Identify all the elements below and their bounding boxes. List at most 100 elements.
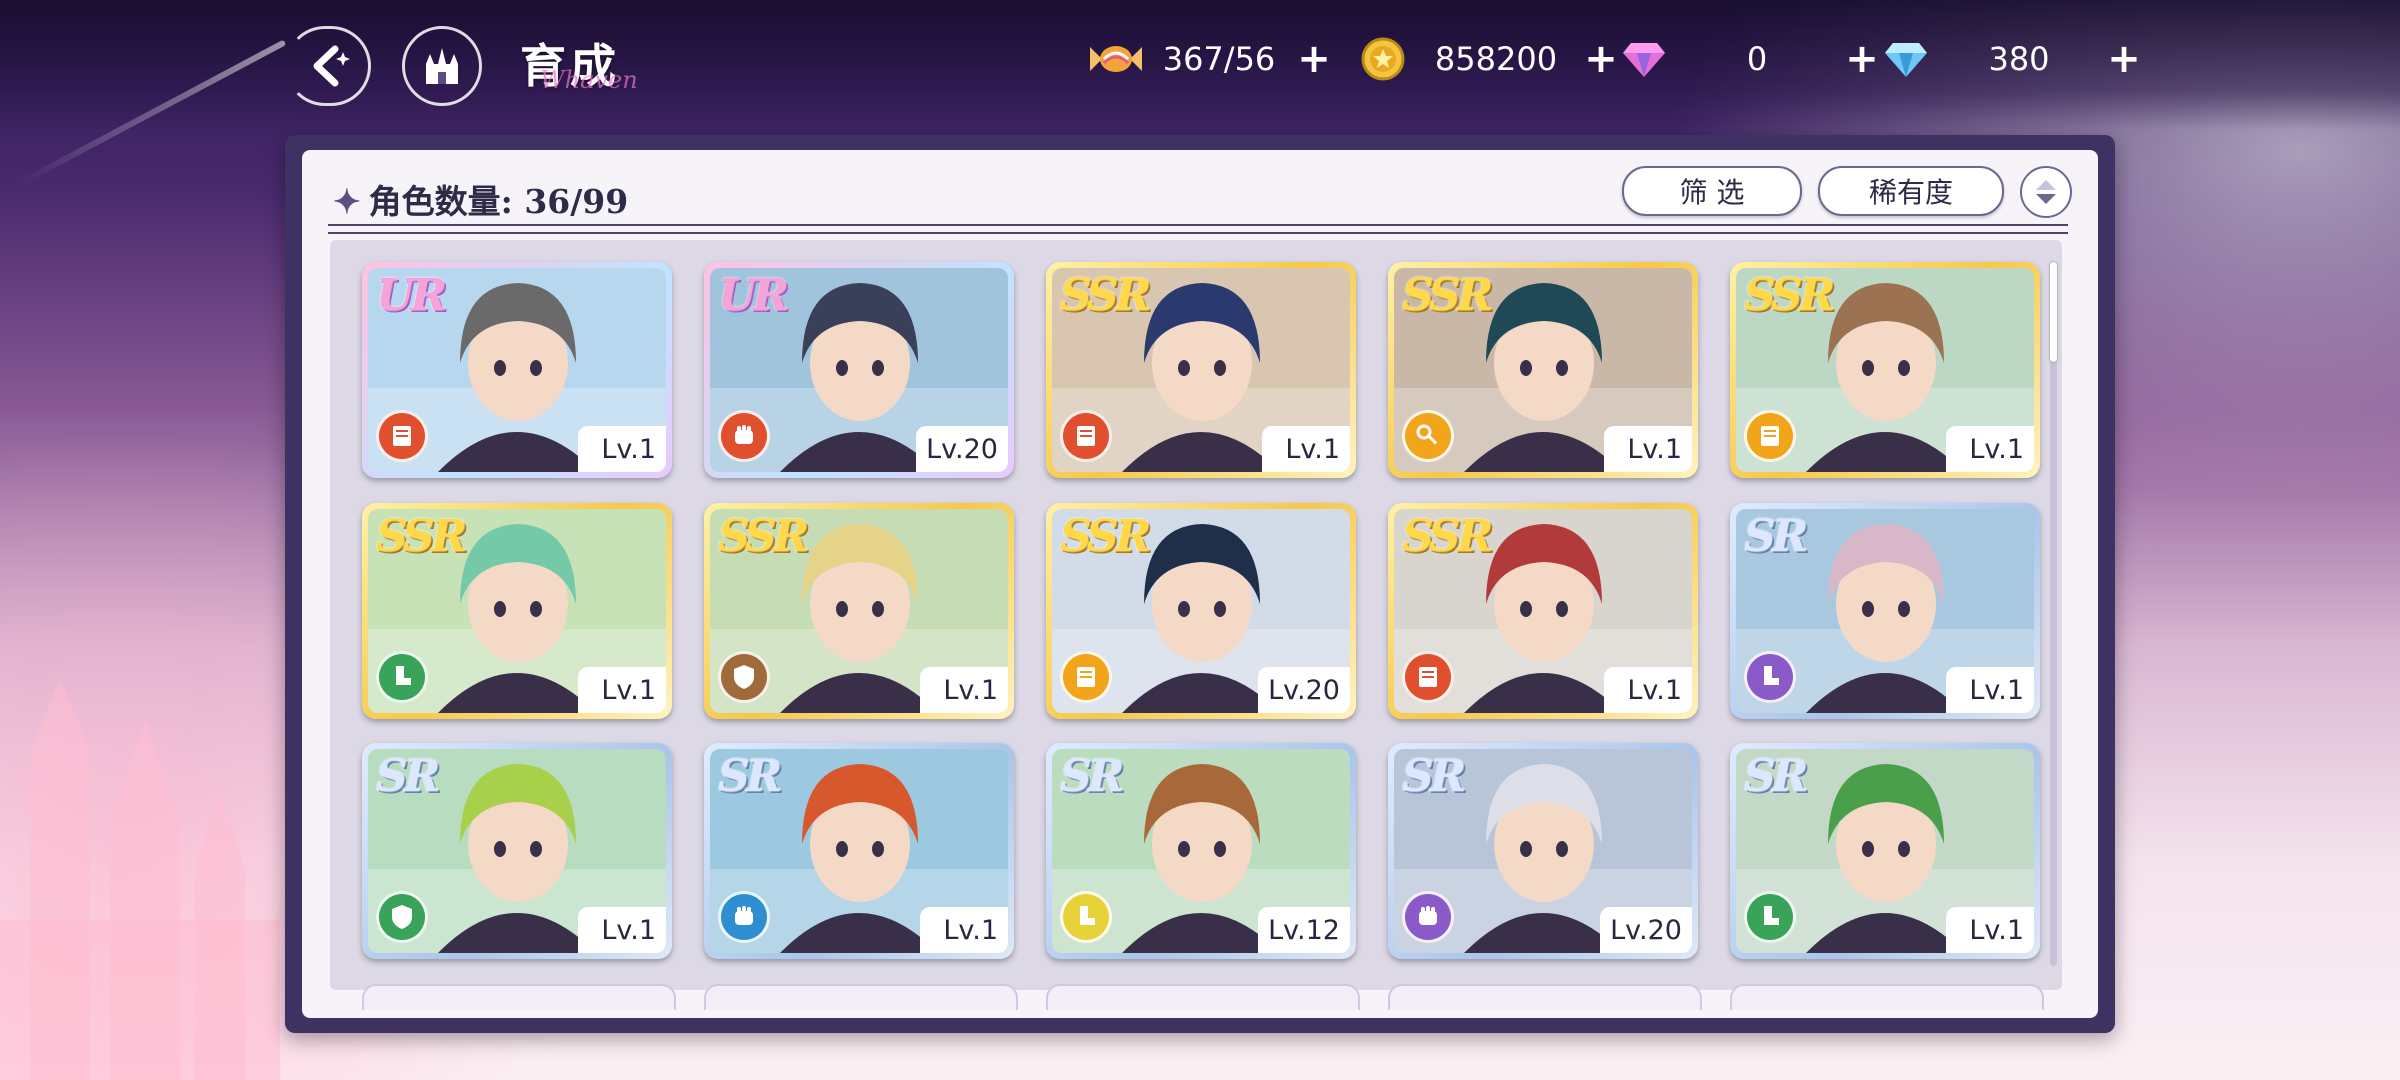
back-arrow-icon [313, 45, 350, 87]
character-card[interactable]: SSR Lv.1 [1388, 503, 1698, 719]
character-card[interactable]: SSR Lv.1 [362, 503, 672, 719]
boot-icon [376, 651, 428, 703]
add-blue-gem-button[interactable]: + [2104, 39, 2144, 79]
coin-value: 858200 [1434, 40, 1558, 78]
rarity-badge: UR [718, 270, 789, 321]
shield-icon [718, 651, 770, 703]
level-label: Lv.1 [1946, 667, 2034, 713]
home-button[interactable] [402, 26, 482, 106]
boot-icon [1744, 651, 1796, 703]
add-coin-button[interactable]: + [1581, 39, 1621, 79]
level-label: Lv.1 [1946, 426, 2034, 472]
rarity-badge: SR [1744, 511, 1808, 562]
candy-value: 367/56 [1162, 40, 1276, 78]
pink-gem-icon [1616, 31, 1672, 87]
character-card[interactable]: SSR Lv.1 [1730, 262, 2040, 478]
character-portrait: SSR Lv.1 [368, 509, 666, 713]
rarity-badge: SR [1744, 751, 1808, 802]
add-pink-gem-button[interactable]: + [1842, 39, 1882, 79]
rarity-badge: SSR [1744, 270, 1835, 321]
grid-scrollbar[interactable] [2050, 262, 2057, 966]
character-card[interactable]: UR Lv.20 [704, 262, 1014, 478]
book-icon [1744, 410, 1796, 462]
rarity-badge: SR [718, 751, 782, 802]
character-portrait: UR Lv.20 [710, 268, 1008, 472]
boot-icon [1744, 891, 1796, 943]
book-icon [376, 410, 428, 462]
character-card[interactable]: SSR Lv.1 [1388, 262, 1698, 478]
character-card[interactable]: SR Lv.20 [1388, 743, 1698, 959]
character-portrait: SSR Lv.1 [710, 509, 1008, 713]
fist-icon [718, 891, 770, 943]
level-label: Lv.1 [578, 426, 666, 472]
character-card[interactable]: SR Lv.1 [1730, 743, 2040, 959]
filter-button[interactable]: 筛 选 [1622, 166, 1802, 216]
character-portrait: SSR Lv.1 [1736, 268, 2034, 472]
sort-order-toggle[interactable] [2020, 166, 2072, 218]
character-card-partial[interactable] [1046, 984, 1360, 1010]
character-portrait: SR Lv.1 [710, 749, 1008, 953]
level-label: Lv.1 [1262, 426, 1350, 472]
candy-icon [1088, 31, 1144, 87]
character-card[interactable]: SR Lv.1 [362, 743, 672, 959]
castle-silhouette-decoration [0, 680, 280, 1080]
rarity-badge: SSR [1402, 270, 1493, 321]
key-icon [1402, 410, 1454, 462]
character-card[interactable]: SSR Lv.1 [1046, 262, 1356, 478]
character-card-partial[interactable] [704, 984, 1018, 1010]
back-button[interactable] [285, 26, 371, 106]
character-card[interactable]: UR Lv.1 [362, 262, 672, 478]
rarity-badge: SSR [1060, 270, 1151, 321]
character-portrait: SSR Lv.1 [1394, 268, 1692, 472]
rarity-badge: SR [1060, 751, 1124, 802]
book-icon [1060, 410, 1112, 462]
castle-home-icon [426, 48, 458, 84]
sparkle-icon: ✦ [333, 182, 361, 221]
boot-icon [1060, 891, 1112, 943]
character-portrait: UR Lv.1 [368, 268, 666, 472]
character-portrait: SSR Lv.1 [1394, 509, 1692, 713]
fist-icon [1402, 891, 1454, 943]
level-label: Lv.1 [920, 907, 1008, 953]
grid-scroll-thumb[interactable] [2050, 262, 2057, 362]
sort-arrows-icon [2036, 180, 2056, 204]
character-portrait: SSR Lv.1 [1052, 268, 1350, 472]
coin-icon [1355, 31, 1411, 87]
character-count-label: 角色数量: 36/99 [368, 182, 629, 221]
character-card[interactable]: SR Lv.1 [1730, 503, 2040, 719]
character-card[interactable]: SSR Lv.1 [704, 503, 1014, 719]
character-card-partial[interactable] [1730, 984, 2044, 1010]
rarity-badge: SSR [376, 511, 467, 562]
blue-gem-icon [1878, 31, 1934, 87]
fist-icon [718, 410, 770, 462]
rarity-badge: SSR [718, 511, 809, 562]
panel-divider [328, 224, 2068, 234]
resource-blue-gem: 380 + [1878, 28, 2144, 90]
character-portrait: SR Lv.1 [1736, 509, 2034, 713]
level-label: Lv.12 [1258, 907, 1350, 953]
title-script-decoration: Whaven [540, 66, 638, 94]
level-label: Lv.1 [1604, 667, 1692, 713]
level-label: Lv.1 [1604, 426, 1692, 472]
level-label: Lv.20 [916, 426, 1008, 472]
add-candy-button[interactable]: + [1294, 39, 1334, 79]
character-count-title: ✦ 角色数量: 36/99 [333, 175, 628, 223]
character-portrait: SSR Lv.20 [1052, 509, 1350, 713]
level-label: Lv.1 [1946, 907, 2034, 953]
resource-pink-gem: 0 + [1616, 28, 1882, 90]
character-card[interactable]: SR Lv.1 [704, 743, 1014, 959]
character-card-partial[interactable] [362, 984, 676, 1010]
rarity-badge: SR [1402, 751, 1466, 802]
level-label: Lv.1 [920, 667, 1008, 713]
book-icon [1060, 651, 1112, 703]
book-icon [1402, 651, 1454, 703]
character-card[interactable]: SSR Lv.20 [1046, 503, 1356, 719]
rarity-sort-button[interactable]: 稀有度 [1818, 166, 2004, 216]
character-card-partial[interactable] [1388, 984, 1702, 1010]
character-card[interactable]: SR Lv.12 [1046, 743, 1356, 959]
level-label: Lv.1 [578, 667, 666, 713]
rarity-badge: SSR [1402, 511, 1493, 562]
resource-coin: 858200 + [1355, 28, 1621, 90]
level-label: Lv.20 [1258, 667, 1350, 713]
level-label: Lv.20 [1600, 907, 1692, 953]
